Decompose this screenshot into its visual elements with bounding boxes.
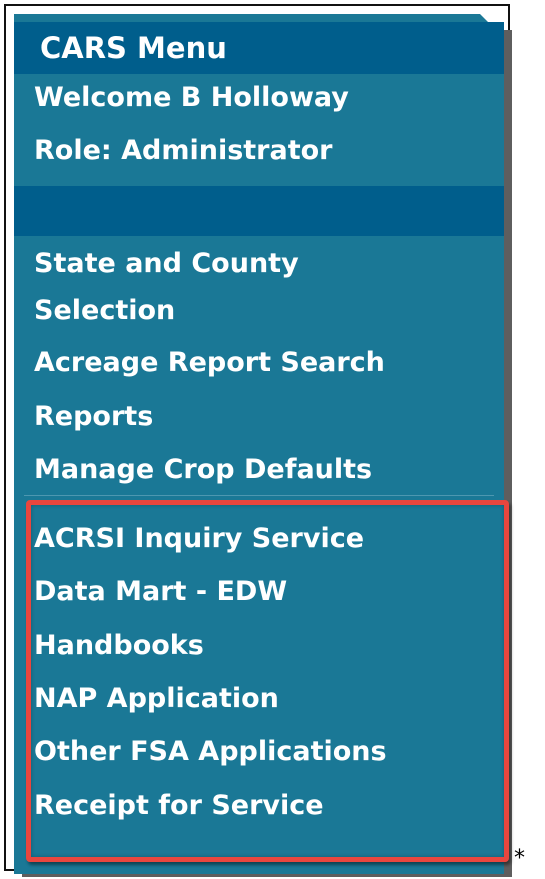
menu-item-state-county-selection-line2[interactable]: Selection [34,291,175,331]
role-text: Role: Administrator [34,135,333,166]
menu-item-manage-crop-defaults[interactable]: Manage Crop Defaults [34,450,372,490]
menu-item-acreage-report-search[interactable]: Acreage Report Search [34,343,385,383]
highlight-box [26,500,509,862]
menu-item-reports[interactable]: Reports [34,397,153,437]
footnote-marker: * [514,846,525,871]
menu-title: CARS Menu [40,31,227,65]
menu-divider [24,495,494,496]
welcome-text: Welcome B Holloway [34,82,349,113]
menu-separator-band [14,186,504,236]
menu-header: CARS Menu [14,22,504,74]
menu-item-state-county-selection[interactable]: State and County [34,244,299,284]
